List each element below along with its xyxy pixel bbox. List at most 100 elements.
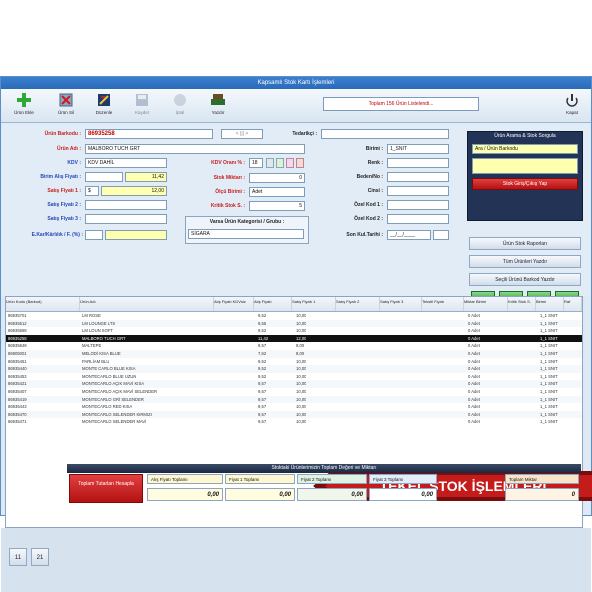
- critical-stock-input[interactable]: 5: [249, 201, 305, 211]
- col-buy-net[interactable]: Alış Fiyatı KDVsiz: [214, 297, 254, 311]
- col-sale2[interactable]: Satış Fiyatı 2: [336, 297, 380, 311]
- barcode-stepper[interactable]: < ||| >: [221, 129, 263, 139]
- kdv-rate-plus[interactable]: [276, 158, 284, 168]
- color-input[interactable]: [387, 158, 449, 168]
- col-sale3[interactable]: Satış Fiyatı 3: [380, 297, 422, 311]
- supplier-label: Tedarikçi :: [292, 131, 317, 137]
- stock-report-button[interactable]: Ürün Stok Raporları: [469, 237, 581, 250]
- table-row[interactable]: 86935407 MONTECARLO AÇIK MAVİ SELENDER 9,5…: [6, 388, 582, 396]
- calculate-totals-button[interactable]: Toplam Tutarları Hesapla: [69, 474, 143, 503]
- qty-total-select[interactable]: Toplam Miktar: [505, 474, 579, 484]
- col-sale1[interactable]: Satış Fiyatı 1: [292, 297, 336, 311]
- add-product-button[interactable]: Ürün Ekle: [9, 92, 39, 120]
- cancel-button[interactable]: İptal: [165, 92, 195, 120]
- col-buy[interactable]: Alış Fiyatı: [254, 297, 292, 311]
- buy-price-input[interactable]: 11,42: [125, 172, 167, 182]
- model-label: Cinsi :: [367, 188, 383, 194]
- price2-total-select[interactable]: Fiyat 2 Toplamı: [297, 474, 367, 484]
- category-select[interactable]: SİGARA: [188, 229, 304, 239]
- save-label: Kaydet: [134, 110, 149, 115]
- size-input[interactable]: [387, 172, 449, 182]
- measure-unit-select[interactable]: Adet: [249, 187, 305, 197]
- special-code2-input[interactable]: [387, 214, 449, 224]
- col-textile[interactable]: Tekstil Fiyatı: [422, 297, 464, 311]
- table-cell: 10,00: [296, 389, 307, 394]
- table-cell: 1_1 SNIT: [540, 335, 558, 341]
- table-row[interactable]: 86935512 LM LOUNGE LTS 9,55 10,00 0 Adet 1_1 …: [6, 319, 582, 328]
- col-shelf[interactable]: Raf: [564, 297, 582, 311]
- kdv-rate-decrease[interactable]: [266, 158, 274, 168]
- name-input[interactable]: MALBORO TUCH GRT: [85, 144, 305, 154]
- buy-price-currency[interactable]: [85, 172, 123, 182]
- col-barcode[interactable]: Ürün Kodu (Barkod): [6, 297, 80, 311]
- col-unit[interactable]: Birimi: [536, 297, 564, 311]
- price1-total-select[interactable]: Fiyat 1 Toplamı: [225, 474, 295, 484]
- table-cell: MALTEPE: [82, 343, 102, 349]
- model-input[interactable]: [387, 186, 449, 196]
- table-cell: 1_1 SNIT: [540, 313, 558, 318]
- table-row[interactable]: 86935451 PARLİAM BLU 9,52 10,00 0 Adet 1_1 SN…: [6, 358, 582, 366]
- sale-price2-input[interactable]: [85, 200, 167, 210]
- kdv-select[interactable]: KDV DAHİL: [85, 158, 167, 168]
- print-all-button[interactable]: Tüm Ürünleri Yazdır: [469, 255, 581, 268]
- table-cell: 86935407: [8, 389, 27, 394]
- supplier-input[interactable]: [321, 129, 449, 139]
- kdv-label: KDV :: [67, 160, 81, 166]
- expiry-date-input[interactable]: __/__/____: [387, 230, 431, 240]
- barcode-input[interactable]: 86935258: [85, 129, 213, 139]
- special-code1-input[interactable]: [387, 200, 449, 210]
- edit-button[interactable]: Düzenle: [89, 92, 119, 120]
- table-row[interactable]: 86935470 MONTECARLO SELENDER KIRMIZI 9,57 1…: [6, 410, 582, 419]
- profit-ratio-input[interactable]: [85, 230, 103, 240]
- kdv-rate-input[interactable]: 18: [249, 158, 263, 168]
- table-row[interactable]: 86905001 MELODİ KISA BLUE 7,62 8,00 0 Adet 1_…: [6, 350, 582, 358]
- table-row[interactable]: 86935453 MONTECARLO BLUE UZUN 9,52 10,00 0 A…: [6, 373, 582, 381]
- nav-right-button[interactable]: 21: [31, 548, 49, 566]
- search-type-select[interactable]: Ara / Ürün Barkodu: [472, 144, 578, 154]
- table-row[interactable]: 86935701 LM ROSE 9,52 10,00 0 Adet 1_1 SNIT: [6, 312, 582, 320]
- profit-value-input[interactable]: [105, 230, 167, 240]
- sale-price1-currency[interactable]: $: [85, 186, 99, 196]
- kdv-rate-extra[interactable]: [286, 158, 294, 168]
- sale-price1-input[interactable]: 12,00: [101, 186, 167, 196]
- table-row[interactable]: 86935258 MALBORO TUCH GRT 11,42 12,00 0 Adet…: [6, 334, 582, 343]
- stock-entry-button[interactable]: Stok Giriş/Çıkış Yap: [472, 178, 578, 190]
- table-cell: 86935419: [8, 396, 27, 402]
- table-row[interactable]: 86935421 MONTECARLO AÇIK MAVİ KISA 9,57 10,…: [6, 380, 582, 388]
- kdv-rate-reset[interactable]: [296, 158, 304, 168]
- table-cell: 0 Adet: [468, 328, 480, 334]
- table-cell: 86935471: [8, 419, 27, 425]
- table-cell: PARLİAM BLU: [82, 358, 110, 364]
- table-cell: 10,00: [296, 320, 307, 326]
- table-cell: MONTECARLO RED KISA: [82, 404, 133, 410]
- print-barcode-button[interactable]: Seçili Ürünü Barkod Yazdır: [469, 273, 581, 286]
- table-row[interactable]: 86935440 MONTE CARLO BLUE KISA 9,52 10,00 0 …: [6, 365, 582, 373]
- buy-total-select[interactable]: Alış Fiyatı Toplamı: [147, 474, 223, 484]
- table-cell: 0 Adet: [468, 320, 480, 326]
- save-button[interactable]: Kaydet: [127, 92, 157, 120]
- table-row[interactable]: 86935669 LM LOUN SOFT 9,52 10,00 0 Adet 1_1 S…: [6, 327, 582, 335]
- delete-product-button[interactable]: Ürün Sil: [51, 92, 81, 120]
- sale-price3-input[interactable]: [85, 214, 167, 224]
- unit-input[interactable]: 1_SNIT: [387, 144, 449, 154]
- search-input[interactable]: [472, 158, 578, 174]
- col-critical[interactable]: Kritik Stok S.: [508, 297, 536, 311]
- nav-left-button[interactable]: 11: [9, 548, 27, 566]
- price3-total-select[interactable]: Fiyat 3 Toplamı: [369, 474, 437, 484]
- table-row[interactable]: 86935443 MONTECARLO RED KISA 9,57 10,00 0 Ad…: [6, 403, 582, 411]
- table-cell: 86935443: [8, 404, 27, 410]
- table-row[interactable]: 86935471 MONTECARLO SELENDER MAVİ 9,57 10,0…: [6, 418, 582, 426]
- stock-qty-input[interactable]: 0: [249, 173, 305, 183]
- col-name[interactable]: Ürün Adı: [80, 297, 214, 311]
- date-picker-button[interactable]: [433, 230, 449, 240]
- table-cell: 0 Adet: [468, 366, 480, 372]
- table-cell: 10,00: [296, 358, 307, 364]
- table-cell: LM LOUNGE LTS: [82, 320, 116, 326]
- col-qty[interactable]: Miktar Birimi: [464, 297, 508, 311]
- toolbar: Ürün Ekle Ürün Sil Düzenle Kaydet İptal …: [1, 89, 591, 123]
- print-button[interactable]: Yazdır: [203, 92, 233, 120]
- close-button[interactable]: Kapat: [557, 92, 587, 120]
- table-row[interactable]: 86935419 MONTECARLO GRİ SELENDER 9,57 10,00…: [6, 395, 582, 404]
- add-product-label: Ürün Ekle: [14, 110, 34, 115]
- table-row[interactable]: 86935649 MALTEPE 9,57 8,00 0 Adet 1_1 SNIT: [6, 342, 582, 350]
